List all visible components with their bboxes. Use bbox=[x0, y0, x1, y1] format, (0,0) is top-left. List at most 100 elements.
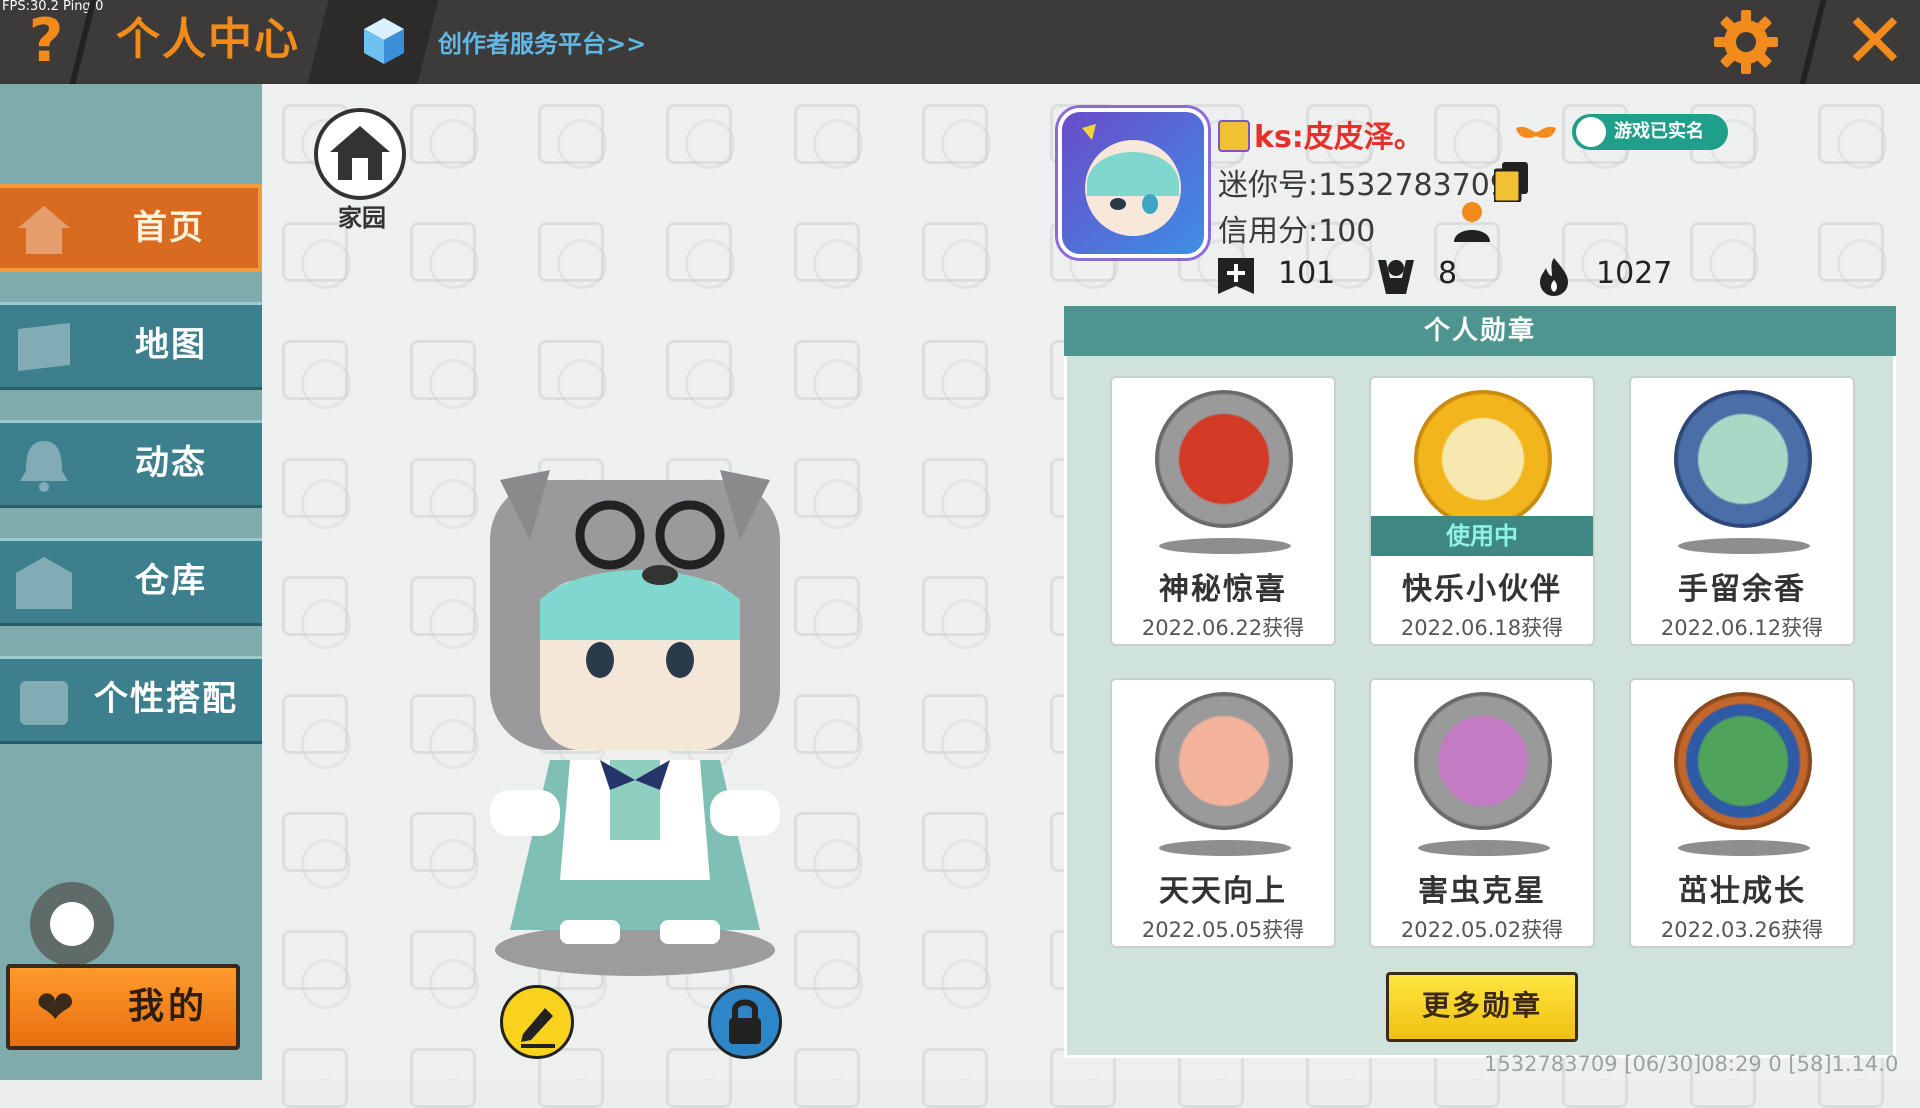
profile-avatar[interactable] bbox=[1058, 108, 1208, 258]
sidebar-item-home[interactable]: 首页 bbox=[0, 184, 262, 272]
warehouse-icon bbox=[16, 557, 72, 609]
home-label: 家园 bbox=[338, 204, 386, 232]
gift-medal-icon bbox=[1155, 390, 1293, 528]
lock-button[interactable] bbox=[708, 985, 782, 1059]
background-tile bbox=[538, 340, 604, 400]
realname-label: 游戏已实名 bbox=[1614, 121, 1704, 142]
sidebar-item-label: 地图 bbox=[135, 325, 207, 365]
creator-platform-link[interactable]: 创作者服务平台>> bbox=[362, 14, 762, 70]
background-tile bbox=[410, 104, 476, 164]
background-tile bbox=[282, 930, 348, 990]
add-friend-icon[interactable] bbox=[1452, 200, 1492, 244]
heart-icon: ❤ bbox=[36, 980, 75, 1034]
fragrance-medal-icon bbox=[1674, 390, 1812, 528]
background-tile bbox=[922, 458, 988, 518]
pest-medal-icon bbox=[1414, 692, 1552, 830]
more-medals-button[interactable]: 更多勋章 bbox=[1386, 972, 1578, 1042]
medal-date: 2022.03.26获得 bbox=[1660, 918, 1824, 942]
house-icon bbox=[18, 206, 70, 254]
sidebar-item-warehouse[interactable]: 仓库 bbox=[0, 538, 262, 626]
medal-card[interactable]: 害虫克星 2022.05.02获得 bbox=[1369, 678, 1595, 948]
background-tile bbox=[666, 340, 732, 400]
lock-icon bbox=[729, 999, 761, 1044]
divider bbox=[1799, 0, 1827, 84]
mine-button[interactable]: ❤ 我的 bbox=[6, 964, 240, 1050]
medal-name: 茁壮成长 bbox=[1678, 874, 1806, 909]
username: ks:皮皮泽。 bbox=[1218, 112, 1424, 156]
plus-flag-icon bbox=[1218, 258, 1254, 294]
username-text: ks:皮皮泽。 bbox=[1254, 120, 1424, 155]
background-tile bbox=[1818, 222, 1884, 282]
medal-card[interactable]: 茁壮成长 2022.03.26获得 bbox=[1629, 678, 1855, 948]
medal-name: 天天向上 bbox=[1159, 874, 1287, 909]
medal-shadow bbox=[1159, 840, 1291, 856]
sidebar: 首页 地图 动态 仓库 个性搭配 ❤ 我的 bbox=[0, 84, 262, 1080]
flame-icon bbox=[1540, 258, 1568, 296]
sidebar-item-outfit[interactable]: 个性搭配 bbox=[0, 656, 262, 744]
page-title: 个人中心 bbox=[116, 14, 300, 65]
sidebar-item-label: 首页 bbox=[133, 208, 205, 248]
progress-medal-icon bbox=[1155, 692, 1293, 830]
medal-card-in-use[interactable]: 使用中 快乐小伙伴 2022.06.18获得 bbox=[1369, 376, 1595, 646]
likes-stat: 101 bbox=[1216, 252, 1336, 298]
sidebar-item-label: 仓库 bbox=[135, 561, 207, 601]
medal-name: 神秘惊喜 bbox=[1159, 572, 1287, 607]
background-tile bbox=[922, 930, 988, 990]
edit-button[interactable] bbox=[500, 985, 574, 1059]
medal-shadow bbox=[1159, 538, 1291, 554]
fans-icon bbox=[1378, 260, 1414, 294]
medal-card[interactable]: 神秘惊喜 2022.06.22获得 bbox=[1110, 376, 1336, 646]
background-tile bbox=[666, 104, 732, 164]
background-tile bbox=[666, 222, 732, 282]
background-tile bbox=[1690, 222, 1756, 282]
mask-icon[interactable] bbox=[1514, 124, 1558, 142]
sidebar-item-map[interactable]: 地图 bbox=[0, 302, 262, 390]
medal-card[interactable]: 手留余香 2022.06.12获得 bbox=[1629, 376, 1855, 646]
background-tile bbox=[794, 104, 860, 164]
gear-icon[interactable] bbox=[1712, 8, 1780, 76]
house-icon bbox=[330, 126, 390, 180]
in-use-badge: 使用中 bbox=[1371, 516, 1593, 556]
creator-link-label: 创作者服务平台>> bbox=[438, 30, 647, 58]
medal-shadow bbox=[1418, 840, 1550, 856]
medal-shadow bbox=[1678, 840, 1810, 856]
help-icon[interactable]: ? bbox=[18, 6, 74, 76]
background-tile bbox=[282, 812, 348, 872]
medal-date: 2022.05.05获得 bbox=[1141, 918, 1305, 942]
background-tile bbox=[794, 1048, 860, 1108]
followers-count: 8 bbox=[1438, 256, 1458, 291]
medal-date: 2022.05.02获得 bbox=[1400, 918, 1564, 942]
sidebar-item-feed[interactable]: 动态 bbox=[0, 420, 262, 508]
joystick-button[interactable] bbox=[30, 882, 114, 966]
background-tile bbox=[282, 1048, 348, 1108]
background-tile bbox=[922, 694, 988, 754]
background-tile bbox=[282, 340, 348, 400]
realname-badge: 游戏已实名 bbox=[1572, 114, 1728, 150]
medal-name: 害虫克星 bbox=[1418, 874, 1546, 909]
player-character[interactable] bbox=[460, 460, 810, 980]
background-tile bbox=[922, 1048, 988, 1108]
close-icon[interactable]: ✕ bbox=[1840, 2, 1910, 80]
background-tile bbox=[922, 812, 988, 872]
medal-card[interactable]: 天天向上 2022.05.05获得 bbox=[1110, 678, 1336, 948]
bell-icon bbox=[20, 441, 68, 492]
background-tile bbox=[666, 1048, 732, 1108]
popularity-stat: 1027 bbox=[1534, 252, 1674, 298]
outfit-icon bbox=[20, 681, 68, 725]
background-tile bbox=[1434, 104, 1500, 164]
mine-label: 我的 bbox=[127, 986, 208, 1027]
background-tile bbox=[922, 104, 988, 164]
cube-icon bbox=[364, 18, 404, 64]
background-tile bbox=[282, 694, 348, 754]
growth-medal-icon bbox=[1674, 692, 1812, 830]
background-tile bbox=[282, 576, 348, 636]
pencil-icon bbox=[521, 1008, 555, 1048]
background-tile bbox=[538, 104, 604, 164]
likes-count: 101 bbox=[1278, 256, 1336, 291]
copy-icon[interactable] bbox=[1494, 162, 1528, 202]
home-button[interactable] bbox=[314, 108, 406, 200]
medal-name: 快乐小伙伴 bbox=[1402, 572, 1562, 607]
medal-date: 2022.06.18获得 bbox=[1400, 616, 1564, 640]
medal-shadow bbox=[1678, 538, 1810, 554]
top-bar: FPS:30.2 Ping:0 ? 个人中心 创作者服务平台>> ✕ bbox=[0, 0, 1920, 84]
